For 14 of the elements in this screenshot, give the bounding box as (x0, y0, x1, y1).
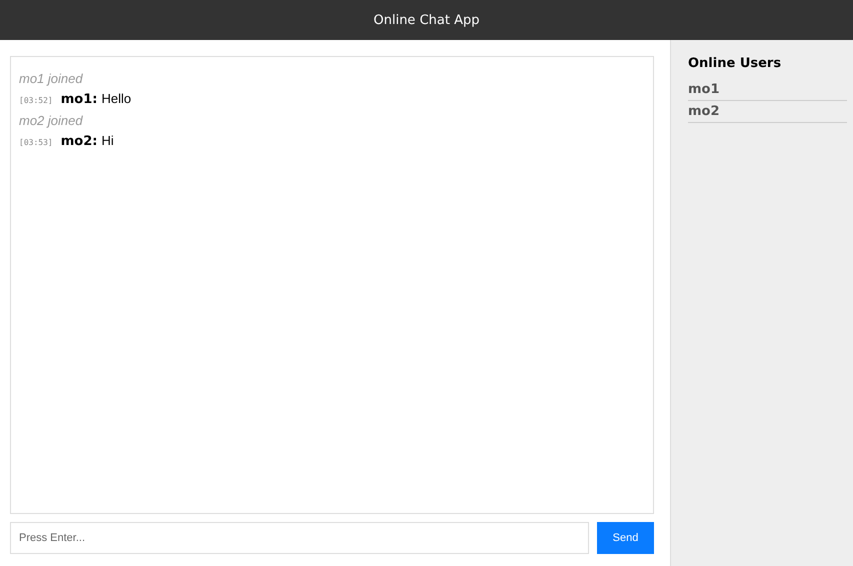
message-author: mo2: (60, 133, 98, 151)
join-notice: mo2 joined (19, 112, 84, 130)
message-input[interactable]: Press Enter... (10, 522, 589, 554)
sidebar-title: Online Users (688, 56, 782, 71)
app-title: Online Chat App (374, 12, 480, 28)
message-text: Hi (101, 132, 114, 150)
timestamp: [03:52] (19, 95, 53, 107)
message-author: mo1: (60, 91, 98, 109)
user-item: mo2 (688, 101, 847, 123)
timestamp: [03:53] (19, 137, 53, 149)
join-notice: mo1 joined (19, 70, 84, 88)
message-text: Hello (101, 90, 132, 108)
user-item: mo1 (688, 79, 847, 101)
send-button[interactable]: Send (597, 522, 654, 554)
